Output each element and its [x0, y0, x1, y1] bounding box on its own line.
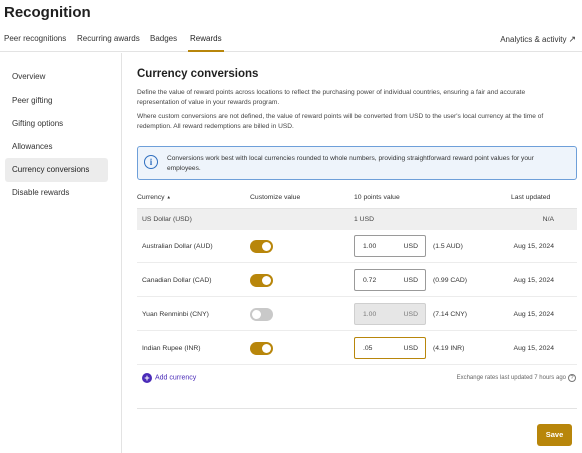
- customize-toggle[interactable]: [250, 308, 273, 321]
- toggle-knob: [262, 344, 271, 353]
- customize-toggle[interactable]: [250, 274, 273, 287]
- value-unit: USD: [403, 345, 418, 352]
- toggle-knob: [262, 242, 271, 251]
- base-currency-value: 1 USD: [354, 216, 375, 223]
- sidebar-item-overview[interactable]: Overview: [5, 65, 108, 89]
- currency-header-label: Currency: [137, 194, 165, 201]
- info-banner: i Conversions work best with local curre…: [137, 146, 577, 180]
- page-title: Recognition: [4, 4, 91, 21]
- info-icon: i: [144, 155, 158, 169]
- points-value-input[interactable]: 1.00 USD: [354, 235, 426, 257]
- last-updated: Aug 15, 2024: [513, 277, 554, 284]
- last-updated: Aug 15, 2024: [513, 243, 554, 250]
- converted-value: (4.19 INR): [433, 345, 465, 352]
- tab-recurring-awards[interactable]: Recurring awards: [77, 34, 140, 43]
- column-header-last-updated: Last updated: [511, 194, 551, 201]
- column-header-currency[interactable]: Currency ▲: [137, 194, 171, 201]
- sidebar-item-allowances[interactable]: Allowances: [5, 135, 108, 159]
- base-currency-updated: N/A: [542, 216, 554, 223]
- add-currency-button[interactable]: + Add currency: [142, 373, 196, 383]
- table-row: Australian Dollar (AUD) 1.00 USD (1.5 AUD…: [137, 230, 577, 263]
- tab-peer-recognitions[interactable]: Peer recognitions: [4, 34, 66, 43]
- points-value: 1.00: [363, 311, 377, 318]
- add-currency-label: Add currency: [155, 374, 197, 382]
- description-paragraph-2: Where custom conversions are not defined…: [137, 113, 544, 130]
- column-header-points-value: 10 points value: [354, 194, 400, 201]
- sidebar-item-disable-rewards[interactable]: Disable rewards: [5, 181, 108, 205]
- value-unit: USD: [403, 311, 418, 318]
- tab-rewards[interactable]: Rewards: [188, 34, 224, 52]
- column-header-customize: Customize value: [250, 194, 301, 201]
- info-banner-text: Conversions work best with local currenc…: [167, 155, 534, 172]
- analytics-link-label: Analytics & activity: [500, 35, 567, 44]
- points-value: .05: [363, 345, 373, 352]
- currency-name: Yuan Renminbi (CNY): [142, 311, 209, 318]
- currency-name: Indian Rupee (INR): [142, 345, 201, 352]
- plus-icon: +: [142, 373, 152, 383]
- points-value-input[interactable]: 0.72 USD: [354, 269, 426, 291]
- table-row: Yuan Renminbi (CNY) 1.00 USD (7.14 CNY) A…: [137, 298, 577, 331]
- toggle-knob: [252, 310, 261, 319]
- points-value: 1.00: [363, 243, 377, 250]
- points-value: 0.72: [363, 277, 377, 284]
- sort-ascending-icon: ▲: [166, 194, 171, 200]
- points-value-input[interactable]: .05 USD: [354, 337, 426, 359]
- converted-value: (0.99 CAD): [433, 277, 467, 284]
- last-updated: Aug 15, 2024: [513, 311, 554, 318]
- save-button[interactable]: Save: [537, 424, 572, 446]
- value-unit: USD: [403, 243, 418, 250]
- sidebar: Overview Peer gifting Gifting options Al…: [0, 53, 122, 453]
- value-unit: USD: [403, 277, 418, 284]
- main-content: Currency conversions Define the value of…: [137, 53, 577, 453]
- currency-name: Australian Dollar (AUD): [142, 243, 213, 250]
- footer-divider: [137, 408, 577, 409]
- base-currency-row: US Dollar (USD) 1 USD N/A: [137, 209, 577, 230]
- top-tab-bar: Peer recognitions Recurring awards Badge…: [0, 28, 582, 52]
- table-row: Indian Rupee (INR) .05 USD (4.19 INR) Aug…: [137, 332, 577, 365]
- converted-value: (1.5 AUD): [433, 243, 463, 250]
- toggle-knob: [262, 276, 271, 285]
- sidebar-item-peer-gifting[interactable]: Peer gifting: [5, 89, 108, 113]
- tab-badges[interactable]: Badges: [150, 34, 177, 43]
- section-title: Currency conversions: [137, 68, 259, 80]
- help-icon[interactable]: ?: [568, 374, 576, 382]
- table-row: Canadian Dollar (CAD) 0.72 USD (0.99 CAD)…: [137, 264, 577, 297]
- external-arrow-icon: ↗: [568, 34, 576, 44]
- points-value-input: 1.00 USD: [354, 303, 426, 325]
- converted-value: (7.14 CNY): [433, 311, 467, 318]
- last-updated: Aug 15, 2024: [513, 345, 554, 352]
- sidebar-item-gifting-options[interactable]: Gifting options: [5, 112, 108, 136]
- currency-name: Canadian Dollar (CAD): [142, 277, 212, 284]
- exchange-rates-text: Exchange rates last updated 7 hours ago: [456, 375, 566, 381]
- sidebar-item-currency-conversions[interactable]: Currency conversions: [5, 158, 108, 182]
- analytics-activity-link[interactable]: Analytics & activity ↗: [500, 34, 576, 45]
- customize-toggle[interactable]: [250, 240, 273, 253]
- base-currency-name: US Dollar (USD): [142, 216, 192, 223]
- exchange-rates-note: Exchange rates last updated 7 hours ago?: [457, 374, 576, 382]
- description-paragraph-1: Define the value of reward points across…: [137, 89, 526, 106]
- customize-toggle[interactable]: [250, 342, 273, 355]
